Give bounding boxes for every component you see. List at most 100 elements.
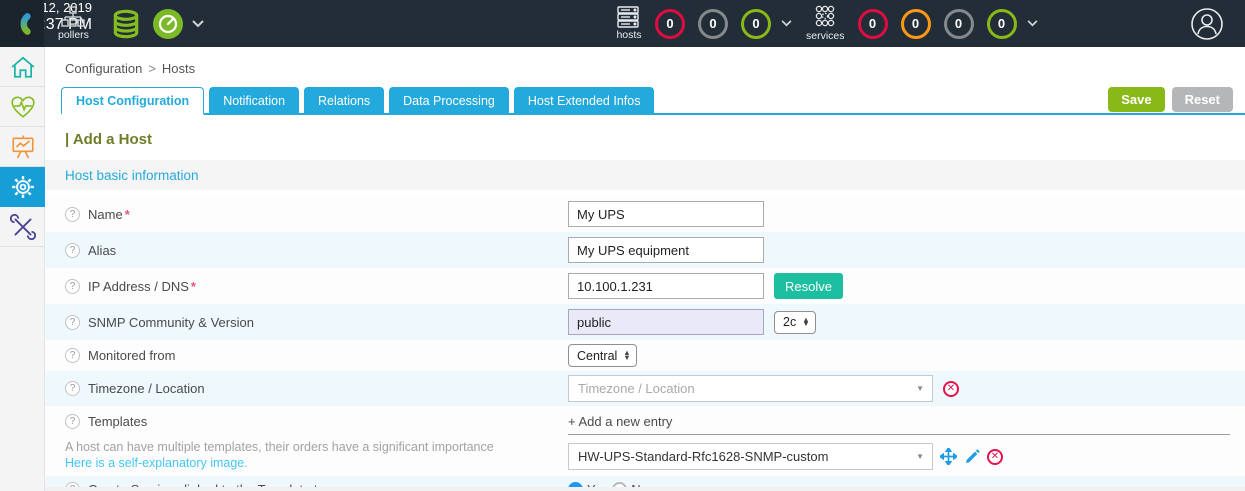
monitored-from-select[interactable]: Central ▲▼ bbox=[568, 344, 637, 367]
hosts-unreachable-counter[interactable]: 0 bbox=[698, 9, 728, 39]
form-row-alias: ? Alias bbox=[45, 232, 1245, 268]
services-unknown-counter[interactable]: 0 bbox=[944, 9, 974, 39]
help-icon[interactable]: ? bbox=[65, 348, 80, 363]
dropdown-caret-icon: ▼ bbox=[916, 384, 924, 393]
pollers-label: pollers bbox=[58, 29, 89, 41]
resolve-button[interactable]: Resolve bbox=[774, 273, 843, 299]
required-asterisk: * bbox=[191, 279, 196, 294]
sidebar-item-monitoring[interactable] bbox=[0, 87, 45, 127]
form-row-ip-address: ? IP Address / DNS* Resolve bbox=[45, 268, 1245, 304]
centreon-logo[interactable] bbox=[0, 0, 44, 47]
select-spinner-icon: ▲▼ bbox=[623, 351, 630, 359]
services-label: services bbox=[806, 30, 845, 42]
save-button[interactable]: Save bbox=[1108, 87, 1164, 112]
breadcrumb-hosts[interactable]: Hosts bbox=[162, 61, 195, 76]
tab-notification[interactable]: Notification bbox=[209, 87, 299, 115]
help-icon[interactable]: ? bbox=[65, 381, 80, 396]
section-header-host-basic-information: Host basic information bbox=[45, 160, 1245, 190]
tools-icon bbox=[10, 214, 36, 240]
services-menu[interactable]: services bbox=[806, 5, 845, 42]
top-bar: pollers bbox=[0, 0, 1245, 47]
hosts-status-group: hosts 0 0 0 bbox=[616, 0, 792, 47]
ip-input[interactable] bbox=[568, 273, 764, 299]
form-row-name: ? Name* bbox=[45, 196, 1245, 232]
add-template-entry-link[interactable]: + Add a new entry bbox=[568, 414, 1230, 435]
ip-label: IP Address / DNS* bbox=[88, 279, 196, 294]
main-content: Configuration > Hosts Host Configuration N… bbox=[45, 47, 1245, 491]
poller-statistics[interactable] bbox=[152, 0, 184, 47]
sidebar-item-reporting[interactable] bbox=[0, 127, 45, 167]
help-icon[interactable]: ? bbox=[65, 243, 80, 258]
page-title: | Add a Host bbox=[65, 131, 1245, 148]
sidebar-item-configuration[interactable] bbox=[0, 167, 45, 207]
help-icon[interactable]: ? bbox=[65, 414, 80, 429]
help-icon[interactable]: ? bbox=[65, 207, 80, 222]
sidebar bbox=[0, 47, 45, 491]
help-icon[interactable]: ? bbox=[65, 315, 80, 330]
user-avatar-icon bbox=[1190, 7, 1224, 41]
services-ok-counter[interactable]: 0 bbox=[987, 9, 1017, 39]
required-asterisk: * bbox=[125, 207, 130, 222]
services-dots-icon bbox=[812, 5, 838, 29]
user-menu[interactable] bbox=[1190, 0, 1224, 47]
template-select[interactable]: HW-UPS-Standard-Rfc1628-SNMP-custom ▼ bbox=[568, 443, 933, 470]
name-input[interactable] bbox=[568, 201, 764, 227]
form-row-templates: ? Templates A host can have multiple tem… bbox=[45, 406, 1245, 476]
centreon-logo-icon bbox=[9, 11, 35, 37]
snmp-label: SNMP Community & Version bbox=[88, 315, 254, 330]
database-status[interactable] bbox=[110, 0, 142, 47]
services-warning-counter[interactable]: 0 bbox=[901, 9, 931, 39]
monitored-from-label: Monitored from bbox=[88, 348, 175, 363]
help-icon[interactable]: ? bbox=[65, 279, 80, 294]
gear-icon bbox=[10, 174, 36, 200]
poller-dropdown-chevron-icon[interactable] bbox=[192, 0, 204, 47]
tab-data-processing[interactable]: Data Processing bbox=[389, 87, 509, 115]
snmp-version-select[interactable]: 2c ▲▼ bbox=[774, 311, 816, 334]
timezone-select[interactable]: Timezone / Location ▼ bbox=[568, 375, 933, 402]
pollers-menu[interactable]: pollers bbox=[58, 0, 104, 47]
breadcrumb-configuration[interactable]: Configuration bbox=[65, 61, 142, 76]
host-form: ? Name* ? Alias ? bbox=[45, 196, 1245, 491]
heart-pulse-icon bbox=[10, 95, 36, 119]
sidebar-item-home[interactable] bbox=[0, 47, 45, 87]
hosts-up-counter[interactable]: 0 bbox=[741, 9, 771, 39]
breadcrumb-separator: > bbox=[148, 61, 156, 76]
edit-template-pencil-icon[interactable] bbox=[964, 449, 980, 465]
centreon-app: pollers bbox=[0, 0, 1245, 491]
dropdown-caret-icon: ▼ bbox=[916, 452, 924, 461]
next-section-edge bbox=[45, 487, 1245, 491]
home-icon bbox=[10, 55, 36, 79]
hosts-menu[interactable]: hosts bbox=[616, 6, 642, 41]
alias-input[interactable] bbox=[568, 237, 764, 263]
breadcrumb: Configuration > Hosts bbox=[45, 47, 1245, 76]
services-critical-counter[interactable]: 0 bbox=[858, 9, 888, 39]
form-row-monitored-from: ? Monitored from Central ▲▼ bbox=[45, 340, 1245, 371]
templates-helper-text: A host can have multiple templates, thei… bbox=[65, 439, 568, 456]
tab-host-extended-infos[interactable]: Host Extended Infos bbox=[514, 87, 655, 115]
sidebar-item-administration[interactable] bbox=[0, 207, 45, 247]
timezone-clear-icon[interactable]: ✕ bbox=[943, 381, 959, 397]
delete-template-icon[interactable]: ✕ bbox=[987, 449, 1003, 465]
services-dropdown-chevron-icon[interactable] bbox=[1027, 20, 1038, 27]
tab-relations[interactable]: Relations bbox=[304, 87, 384, 115]
hosts-dropdown-chevron-icon[interactable] bbox=[781, 20, 792, 27]
alias-label: Alias bbox=[88, 243, 116, 258]
name-label: Name* bbox=[88, 207, 130, 222]
form-row-snmp: ? SNMP Community & Version 2c ▲▼ bbox=[45, 304, 1245, 340]
chart-easel-icon bbox=[10, 135, 36, 159]
move-template-icon[interactable] bbox=[940, 448, 957, 465]
templates-helper-link[interactable]: Here is a self-explanatory image. bbox=[65, 456, 568, 470]
gauge-icon bbox=[152, 8, 184, 40]
hosts-down-counter[interactable]: 0 bbox=[655, 9, 685, 39]
hosts-label: hosts bbox=[616, 29, 641, 41]
templates-label: Templates bbox=[88, 414, 147, 429]
services-status-group: services 0 0 0 0 bbox=[806, 0, 1038, 47]
pollers-tree-icon bbox=[61, 6, 85, 28]
select-spinner-icon: ▲▼ bbox=[802, 318, 809, 326]
snmp-community-input[interactable] bbox=[568, 309, 764, 335]
reset-button[interactable]: Reset bbox=[1172, 87, 1233, 112]
timezone-label: Timezone / Location bbox=[88, 381, 205, 396]
form-row-timezone: ? Timezone / Location Timezone / Locatio… bbox=[45, 371, 1245, 406]
hosts-server-icon bbox=[616, 6, 642, 28]
tab-host-configuration[interactable]: Host Configuration bbox=[61, 87, 204, 115]
